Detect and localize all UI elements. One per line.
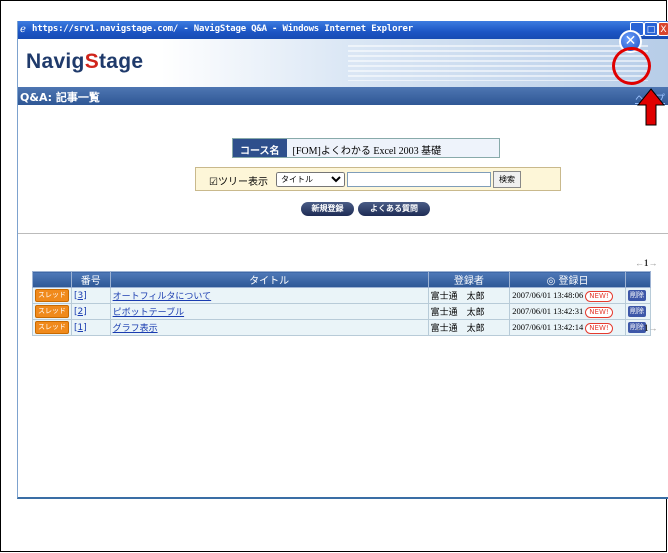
table-row: スレッド [1] グラフ表示 富士通 太郎 2007/06/01 13:42:1… xyxy=(32,319,651,336)
course-info: コース名 [FOM]よくわかる Excel 2003 基礎 xyxy=(232,138,500,158)
date-cell: 2007/06/01 13:42:31 xyxy=(512,305,584,316)
new-badge: NEW! xyxy=(585,306,613,318)
header-number[interactable]: 番号 xyxy=(71,271,111,288)
new-badge: NEW! xyxy=(585,290,613,302)
page-title-bar: Q&A: 記事一覧 ヘルプ xyxy=(18,87,668,105)
prev-page-arrow[interactable]: ← xyxy=(635,258,644,268)
delete-button[interactable]: 削除 xyxy=(628,290,647,301)
header-title[interactable]: タイトル xyxy=(109,271,429,288)
annotation-arrow-icon xyxy=(637,88,665,126)
search-field-select[interactable]: タイトル xyxy=(276,172,345,187)
thread-button[interactable]: スレッド xyxy=(35,321,69,334)
thread-button[interactable]: スレッド xyxy=(35,305,69,318)
window-titlebar: ℯ https://srv1.navigstage.com/ - NavigSt… xyxy=(18,21,668,39)
ie-icon: ℯ xyxy=(20,24,26,35)
header-author[interactable]: 登録者 xyxy=(427,271,511,288)
article-title-link[interactable]: オートフィルタについて xyxy=(113,292,212,302)
date-cell: 2007/06/01 13:42:14 xyxy=(512,321,584,332)
next-page-arrow[interactable]: → xyxy=(649,323,658,333)
tree-view-checkbox[interactable]: ☑ツリー表示 xyxy=(209,173,268,188)
articles-table: 番号 タイトル 登録者 ◎ 登録日 スレッド [3] オートフィルタについて 富… xyxy=(32,271,651,336)
window-title: https://srv1.navigstage.com/ - NavigStag… xyxy=(32,24,413,34)
header-date[interactable]: ◎ 登録日 xyxy=(509,271,627,288)
author-cell: 富士通 太郎 xyxy=(427,319,511,336)
faq-button[interactable]: よくある質問 xyxy=(358,202,430,216)
course-name: [FOM]よくわかる Excel 2003 基礎 xyxy=(286,139,499,157)
prev-page-arrow[interactable]: ← xyxy=(635,323,644,333)
page-title: Q&A: 記事一覧 xyxy=(20,91,100,104)
search-input[interactable] xyxy=(347,172,491,187)
table-row: スレッド [2] ピボットテーブル 富士通 太郎 2007/06/01 13:4… xyxy=(32,303,651,320)
search-button[interactable]: 検索 xyxy=(493,171,521,188)
article-number-link[interactable]: [2] xyxy=(74,307,87,317)
filter-bar: ☑ツリー表示 タイトル 検索 xyxy=(195,167,561,191)
delete-button[interactable]: 削除 xyxy=(628,306,647,317)
highlight-circle xyxy=(612,47,651,85)
maximize-button[interactable]: □ xyxy=(644,22,658,36)
app-header: NavigStage xyxy=(18,39,668,87)
table-header-row: 番号 タイトル 登録者 ◎ 登録日 xyxy=(32,271,651,288)
divider xyxy=(18,233,668,234)
navigstage-logo: NavigStage xyxy=(26,50,144,73)
header-thread xyxy=(32,271,72,288)
author-cell: 富士通 太郎 xyxy=(427,303,511,320)
window-close-button[interactable]: X xyxy=(658,22,668,36)
date-cell: 2007/06/01 13:48:06 xyxy=(512,289,584,300)
article-number-link[interactable]: [1] xyxy=(74,323,87,333)
browser-window: ℯ https://srv1.navigstage.com/ - NavigSt… xyxy=(17,21,668,499)
pager-bottom: ←1→ xyxy=(635,323,658,333)
article-number-link[interactable]: [3] xyxy=(74,291,87,301)
article-title-link[interactable]: ピボットテーブル xyxy=(113,308,184,318)
new-badge: NEW! xyxy=(585,322,613,334)
new-post-button[interactable]: 新規登録 xyxy=(301,202,354,216)
header-delete xyxy=(625,271,651,288)
article-title-link[interactable]: グラフ表示 xyxy=(113,324,158,334)
header-decoration xyxy=(348,45,648,81)
course-label: コース名 xyxy=(233,139,287,157)
next-page-arrow[interactable]: → xyxy=(649,258,658,268)
table-row: スレッド [3] オートフィルタについて 富士通 太郎 2007/06/01 1… xyxy=(32,287,651,304)
pager-top: ←1→ xyxy=(635,258,658,268)
thread-button[interactable]: スレッド xyxy=(35,289,69,302)
author-cell: 富士通 太郎 xyxy=(427,287,511,304)
